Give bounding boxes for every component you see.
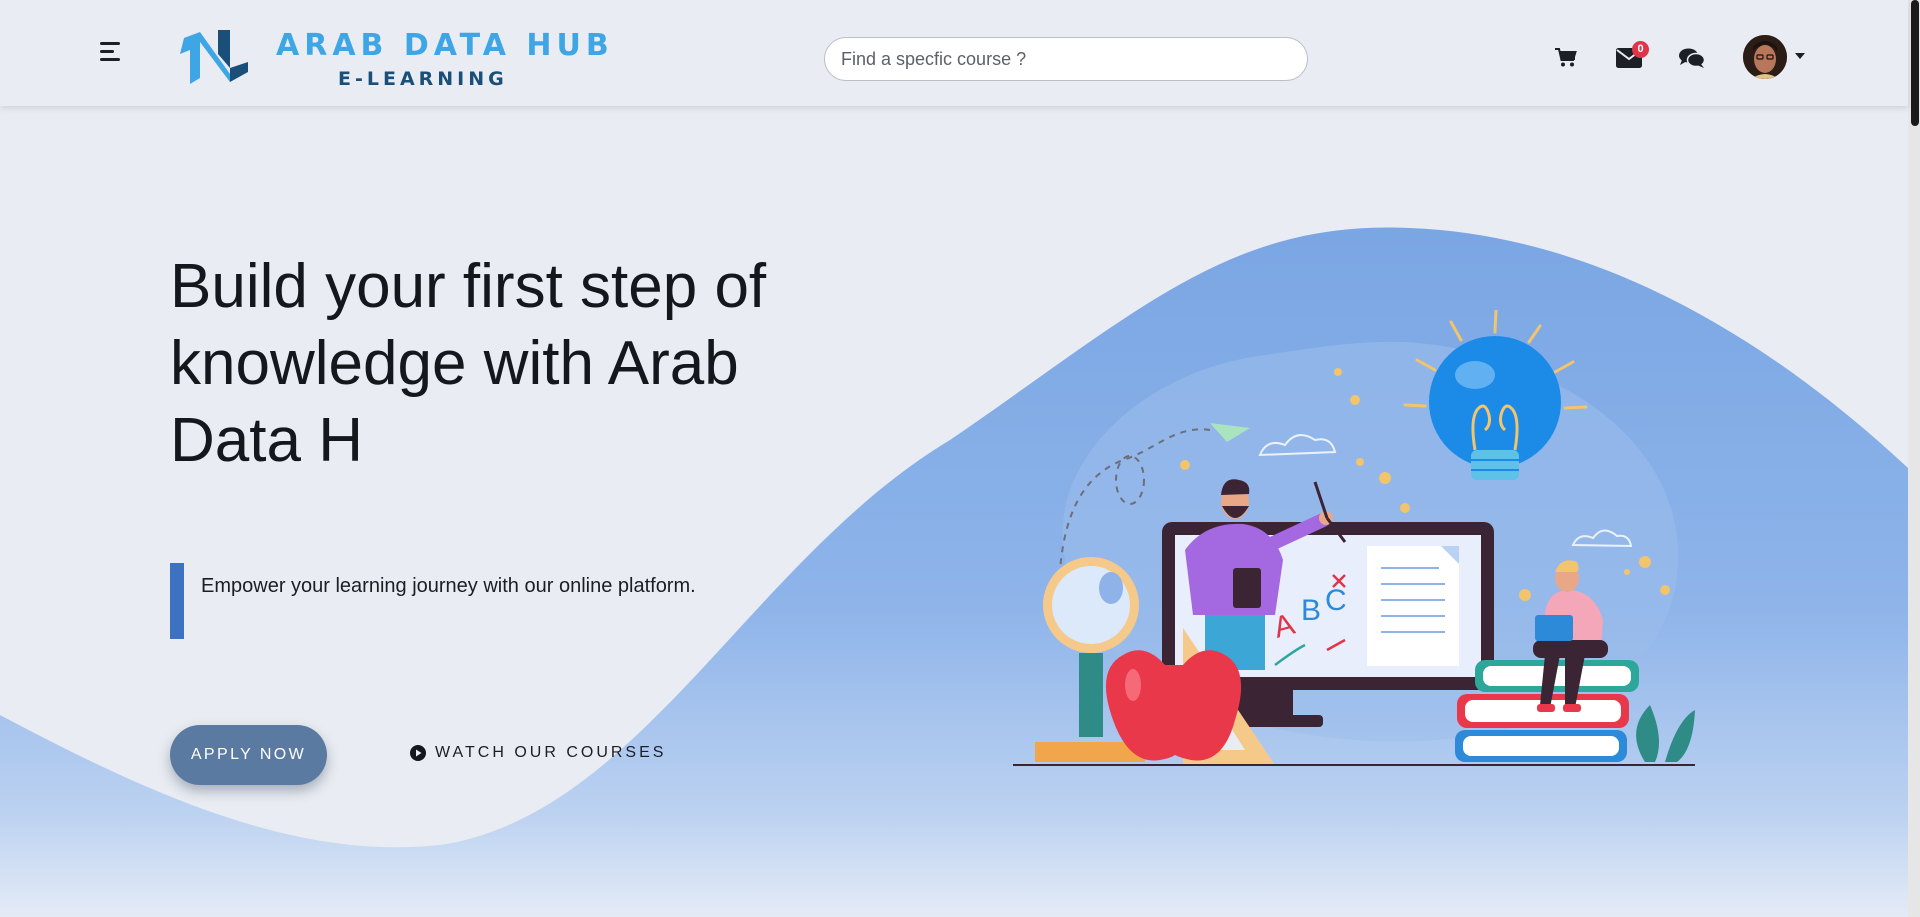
cart-icon[interactable] xyxy=(1555,48,1577,68)
logo-subtitle: E-LEARNING xyxy=(338,68,508,90)
watch-link-label: WATCH OUR COURSES xyxy=(435,744,667,761)
svg-text:B: B xyxy=(1301,594,1321,627)
mail-badge: 0 xyxy=(1632,41,1649,58)
arab-data-hub-logo[interactable]: ARAB DATA HUB E-LEARNING xyxy=(178,26,609,90)
hero-subtitle: Empower your learning journey with our o… xyxy=(201,575,696,597)
scrollbar-track[interactable] xyxy=(1908,0,1920,917)
hero-title: Build your first step of knowledge with … xyxy=(170,252,767,475)
online-learning-illustration: A B C xyxy=(1013,310,1695,766)
top-navbar: ARAB DATA HUB E-LEARNING 0 xyxy=(0,0,1908,106)
svg-text:C: C xyxy=(1325,584,1347,617)
logo-title: ARAB DATA HUB xyxy=(276,28,614,63)
user-avatar[interactable] xyxy=(1743,35,1787,79)
scrollbar-thumb[interactable] xyxy=(1911,0,1919,126)
chat-icon[interactable] xyxy=(1679,48,1705,68)
menu-icon[interactable] xyxy=(100,42,124,62)
logo-mark-icon xyxy=(180,30,248,84)
chevron-down-icon[interactable] xyxy=(1795,53,1805,59)
play-circle-icon xyxy=(410,745,426,761)
subtitle-accent-bar xyxy=(170,563,184,639)
course-search-input[interactable] xyxy=(824,37,1308,81)
apply-now-button[interactable]: APPLY NOW xyxy=(170,725,327,785)
